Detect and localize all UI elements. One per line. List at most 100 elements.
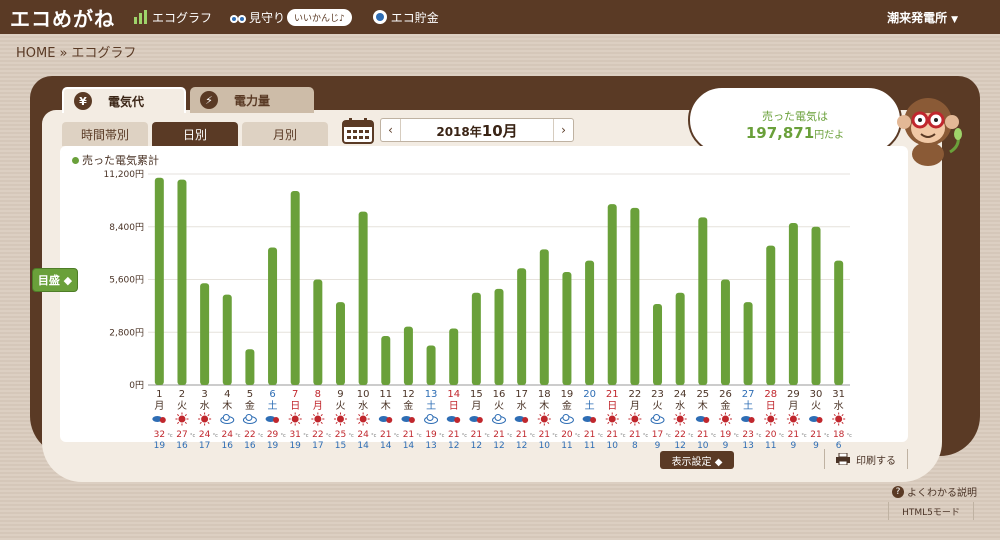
prev-month-button[interactable]: ‹ — [381, 119, 401, 141]
sun-ray — [682, 414, 686, 417]
x-day-label: 2 — [179, 389, 185, 400]
chart-bar[interactable] — [222, 294, 232, 385]
nav-mimamori[interactable]: 見守り いいかんじ♪ — [230, 8, 354, 26]
chart-bar[interactable] — [743, 302, 753, 385]
lightning-icon: ⚡ — [200, 91, 218, 109]
sun-ray — [675, 414, 678, 417]
chart-bar[interactable] — [653, 303, 663, 385]
temp-high-label: 21 — [516, 430, 527, 440]
chart-bar[interactable] — [177, 179, 187, 385]
sun-ray — [184, 421, 187, 424]
temp-low-label: 19 — [289, 441, 301, 450]
account-menu[interactable]: 潮来発電所 ▼ — [887, 9, 958, 26]
temp-unit-label: °c — [326, 433, 332, 439]
temp-unit-label: °c — [733, 433, 739, 439]
chart-bar[interactable] — [585, 260, 595, 385]
temp-low-label: 14 — [357, 441, 369, 450]
chart-bar[interactable] — [698, 217, 708, 385]
x-weekday-label: 火 — [494, 400, 504, 412]
sun-icon — [608, 415, 616, 423]
chart-bar[interactable] — [290, 190, 300, 385]
temp-unit-label: °c — [235, 433, 241, 439]
chart-bar[interactable] — [834, 260, 844, 385]
chart-bar[interactable] — [720, 279, 730, 386]
sold-electricity-caption: 売った電気は — [762, 110, 828, 123]
print-button[interactable]: 印刷する — [824, 449, 908, 469]
temp-unit-label: °c — [575, 433, 581, 439]
sun-ray — [365, 414, 369, 417]
temp-high-label: 21 — [448, 430, 459, 440]
app-logo[interactable]: エコめがね — [10, 3, 115, 32]
chart-bar[interactable] — [562, 271, 572, 385]
chart-bar[interactable] — [811, 226, 821, 385]
temp-unit-label: °c — [688, 433, 694, 439]
x-weekday-label: 土 — [268, 399, 278, 412]
chart-bar[interactable] — [403, 326, 413, 385]
next-month-button[interactable]: › — [553, 119, 573, 141]
chart-bar[interactable] — [539, 249, 549, 385]
x-day-label: 11 — [379, 389, 392, 400]
cloud-puff — [426, 414, 434, 421]
x-weekday-label: 水 — [517, 400, 527, 412]
x-weekday-label: 火 — [177, 400, 187, 412]
x-day-label: 29 — [787, 389, 800, 400]
chart-bar[interactable] — [313, 279, 323, 386]
chart-bar[interactable] — [630, 207, 640, 385]
x-day-label: 30 — [810, 389, 823, 400]
breadcrumb-home[interactable]: HOME — [16, 46, 55, 61]
chart-bar[interactable] — [268, 247, 278, 385]
chart-bar[interactable] — [358, 211, 368, 385]
chart-bar[interactable] — [675, 292, 685, 385]
subtab-monthly[interactable]: 月別 — [242, 122, 328, 146]
chart-bar[interactable] — [471, 292, 481, 385]
nav-eco-graph[interactable]: エコグラフ — [133, 9, 212, 26]
temp-high-label: 20 — [765, 430, 777, 440]
temp-high-label: 22 — [312, 430, 323, 440]
chart-bar[interactable] — [607, 204, 617, 385]
html5-mode-button[interactable]: HTML5モード — [888, 502, 974, 520]
x-day-label: 5 — [247, 389, 253, 400]
chart-bar[interactable] — [517, 268, 527, 385]
temp-unit-label: °c — [756, 433, 762, 439]
chart-bar[interactable] — [788, 222, 798, 385]
x-day-label: 21 — [606, 389, 619, 400]
calendar-icon[interactable] — [342, 118, 374, 144]
tab-electricity-cost[interactable]: ¥ 電気代 — [62, 87, 186, 113]
temp-high-label: 21 — [471, 430, 482, 440]
sold-electricity-suffix: 円だよ — [814, 130, 845, 141]
sun-icon — [386, 417, 393, 423]
sun-ray — [773, 421, 776, 424]
temp-unit-label: °c — [847, 433, 853, 439]
chart-bar[interactable] — [381, 336, 391, 385]
temp-high-label: 24 — [199, 430, 211, 440]
sun-icon — [676, 415, 684, 423]
chart-bar[interactable] — [200, 283, 210, 385]
display-settings-button[interactable]: 表示設定 ◆ — [660, 451, 734, 469]
chart-bar[interactable] — [426, 345, 436, 385]
temp-high-label: 22 — [674, 430, 685, 440]
temp-unit-label: °c — [484, 433, 490, 439]
nav-eco-savings[interactable]: エコ貯金 — [372, 9, 439, 26]
subtab-daily[interactable]: 日別 — [152, 122, 238, 146]
chart-bar[interactable] — [449, 328, 459, 385]
help-link[interactable]: ? よくわかる説明 — [892, 484, 977, 499]
temp-unit-label: °c — [303, 433, 309, 439]
temp-high-label: 21 — [629, 430, 640, 440]
chart-bar[interactable] — [494, 288, 504, 385]
chart-bar[interactable] — [154, 177, 164, 385]
x-day-label: 13 — [425, 389, 438, 400]
chart-bar[interactable] — [245, 349, 255, 385]
x-weekday-label: 火 — [811, 400, 821, 412]
temp-unit-label: °c — [552, 433, 558, 439]
sun-ray — [773, 414, 776, 417]
subtab-hourly[interactable]: 時間帯別 — [62, 122, 148, 146]
sun-icon — [748, 417, 755, 423]
temp-unit-label: °c — [462, 433, 468, 439]
chart-bar[interactable] — [335, 302, 345, 385]
tab-power-amount[interactable]: ⚡ 電力量 — [190, 87, 314, 113]
x-day-label: 27 — [742, 389, 755, 400]
sun-ray — [320, 414, 323, 417]
chart-bar[interactable] — [766, 245, 776, 385]
sun-icon — [159, 417, 166, 423]
temp-unit-label: °c — [620, 433, 626, 439]
